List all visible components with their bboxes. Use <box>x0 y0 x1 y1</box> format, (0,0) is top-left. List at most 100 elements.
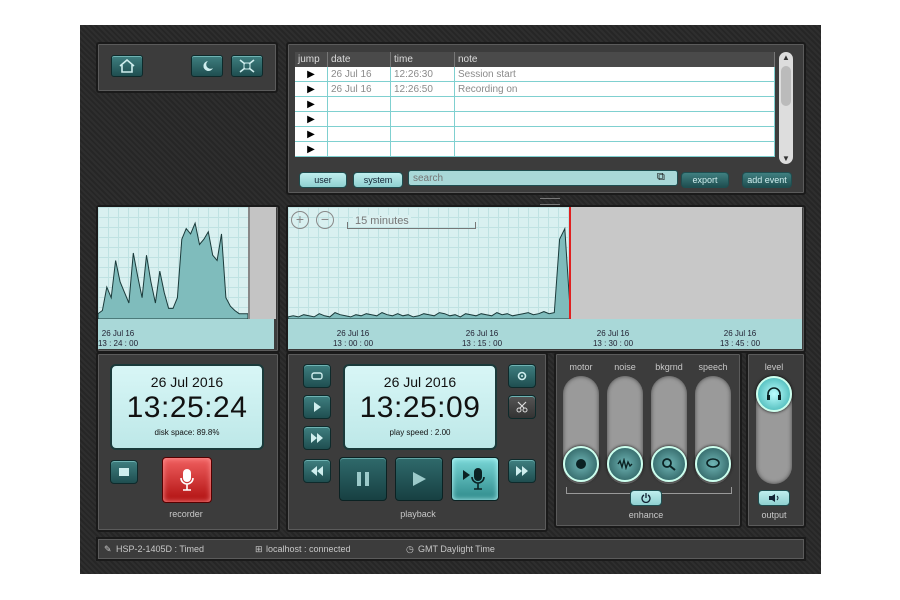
overview-graph[interactable] <box>98 207 248 319</box>
settings-button[interactable] <box>508 364 536 388</box>
playback-clock: 26 Jul 2016 13:25:09 play speed : 2.00 <box>343 364 497 450</box>
device-status: HSP-2-1405D : Timed <box>116 544 205 554</box>
gear-icon <box>517 371 527 381</box>
playback-time: 13:25:09 <box>359 391 481 424</box>
motor-slider[interactable] <box>563 376 599 484</box>
cell-date <box>327 126 391 142</box>
search-input[interactable] <box>408 170 678 186</box>
system-filter-button[interactable]: system <box>353 172 403 188</box>
cell-note <box>454 96 775 112</box>
col-time: time <box>390 52 455 67</box>
cell-note <box>454 141 775 157</box>
recorder-label: recorder <box>169 509 203 519</box>
bkgrnd-slider[interactable] <box>651 376 687 484</box>
cell-time <box>390 111 455 127</box>
jump-arrow-icon[interactable]: ▶ <box>295 141 328 157</box>
play-button[interactable] <box>395 457 443 501</box>
speech-slider[interactable] <box>695 376 731 484</box>
user-filter-button[interactable]: user <box>299 172 347 188</box>
enhance-power-button[interactable] <box>630 490 662 506</box>
table-row: ▶ 26 Jul 16 12:26:30 Session start <box>295 67 775 82</box>
cut-button[interactable] <box>508 395 536 419</box>
export-button[interactable]: export <box>681 172 729 188</box>
motor-icon <box>576 459 586 469</box>
pause-button[interactable] <box>339 457 387 501</box>
play-speed: play speed : 2.00 <box>389 428 451 437</box>
motor-knob[interactable] <box>563 446 599 482</box>
status-bar: ✎ HSP-2-1405D : Timed ⊞ localhost : conn… <box>96 537 806 561</box>
splitter-handle[interactable] <box>540 198 560 205</box>
scroll-down-icon[interactable]: ▼ <box>782 154 790 163</box>
recorder-stop-button[interactable] <box>110 460 138 484</box>
play-mic-button[interactable] <box>451 457 499 501</box>
playback-label: playback <box>400 509 436 519</box>
night-mode-button[interactable] <box>191 55 223 77</box>
loop-button[interactable] <box>303 364 331 388</box>
cell-date <box>327 141 391 157</box>
fast-forward-icon <box>311 433 323 443</box>
pencil-icon: ✎ <box>104 544 112 554</box>
add-event-button[interactable]: add event <box>742 172 792 188</box>
rewind-button[interactable] <box>303 459 331 483</box>
cell-date: 26 Jul 16 <box>327 67 391 82</box>
zoom-out-icon[interactable]: − <box>316 211 334 229</box>
fast-forward-button[interactable] <box>508 459 536 483</box>
speech-bubble-icon <box>706 458 720 468</box>
speaker-button[interactable] <box>758 490 790 506</box>
cell-note <box>454 126 775 142</box>
output-label: output <box>761 510 787 520</box>
skip-forward-button[interactable] <box>303 426 331 450</box>
noise-icon <box>617 458 633 470</box>
jump-arrow-icon[interactable]: ▶ <box>295 81 328 97</box>
play-microphone-icon <box>463 468 485 490</box>
loop-icon <box>311 372 323 380</box>
col-jump: jump <box>295 52 328 67</box>
jump-arrow-icon[interactable]: ▶ <box>295 111 328 127</box>
play-forward-button[interactable] <box>303 395 331 419</box>
scroll-thumb[interactable] <box>781 66 791 106</box>
overview-waveform <box>98 221 248 319</box>
table-row: ▶ 26 Jul 16 12:26:50 Recording on <box>295 81 775 97</box>
jump-arrow-icon[interactable]: ▶ <box>295 67 328 82</box>
waveform-area <box>288 226 570 319</box>
overview-viewport[interactable] <box>248 207 276 319</box>
timeline-future-area <box>570 207 802 319</box>
microphone-icon <box>180 469 194 491</box>
jump-arrow-icon[interactable]: ▶ <box>295 126 328 142</box>
cell-date <box>327 111 391 127</box>
speaker-icon <box>769 494 779 502</box>
pause-icon <box>357 472 369 486</box>
scroll-up-icon[interactable]: ▲ <box>782 53 790 62</box>
zoom-in-icon[interactable]: + <box>291 211 309 229</box>
fast-forward-icon <box>516 466 528 476</box>
noise-slider[interactable] <box>607 376 643 484</box>
cell-time <box>390 126 455 142</box>
output-level-knob[interactable] <box>756 376 792 412</box>
output-level-slider[interactable] <box>756 376 792 484</box>
overview-tick: 26 Jul 16 13 : 24 : 00 <box>97 329 139 348</box>
recorder-clock: 26 Jul 2016 13:25:24 disk space: 89.8% <box>110 364 264 450</box>
jump-arrow-icon[interactable]: ▶ <box>295 96 328 112</box>
bkgrnd-knob[interactable] <box>651 446 687 482</box>
channel-label: speech <box>698 362 728 372</box>
noise-knob[interactable] <box>607 446 643 482</box>
waveform-area <box>98 221 248 319</box>
cell-note <box>454 111 775 127</box>
scissors-icon <box>516 401 528 413</box>
cell-date <box>327 96 391 112</box>
cell-date: 26 Jul 16 <box>327 81 391 97</box>
table-row: ▶ <box>295 96 775 112</box>
home-button[interactable] <box>111 55 143 77</box>
log-scrollbar[interactable]: ▲ ▼ <box>779 52 793 164</box>
rewind-icon <box>311 466 323 476</box>
channel-label: noise <box>614 362 636 372</box>
timezone-status: GMT Daylight Time <box>418 544 495 554</box>
binoculars-icon[interactable]: ⧉ <box>657 171 665 184</box>
speech-knob[interactable] <box>695 446 731 482</box>
timeline-tick: 26 Jul 16 13 : 00 : 00 <box>332 329 374 348</box>
magnifier-icon <box>662 458 676 471</box>
timeline-tick: 26 Jul 16 13 : 15 : 00 <box>461 329 503 348</box>
home-icon <box>119 59 135 73</box>
record-button[interactable] <box>162 457 212 503</box>
fit-button[interactable] <box>231 55 263 77</box>
